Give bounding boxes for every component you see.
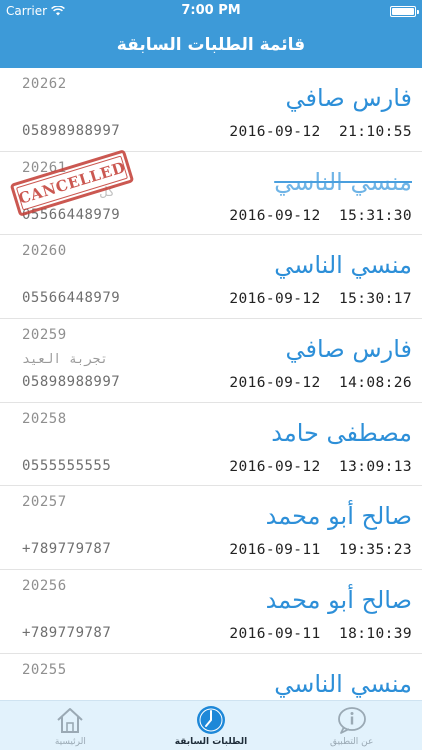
order-id: 20258 [22,410,67,427]
order-datetime: 2016-09-12 15:30:17 [229,291,412,308]
order-id: 20260 [22,243,67,260]
order-phone: +789779787 [22,625,112,642]
order-row[interactable]: 20258 0555555555 مصطفى حامد 2016-09-12 1… [0,403,422,487]
page-title: قائمة الطلبات السابقة [116,35,306,55]
order-row[interactable]: 20260 05566448979 منسي الناسي 2016-09-12… [0,235,422,320]
status-time: 7:00 PM [181,3,241,18]
order-id: 20257 [22,494,67,511]
order-phone: 0555555555 [22,457,112,474]
order-note: تجربة العيد [22,352,109,368]
status-bar: Carrier 7:00 PM [0,0,422,22]
info-icon [335,704,369,736]
order-phone: 05898988997 [22,374,121,391]
tab-home[interactable]: الرئيسية [0,701,141,750]
battery-icon [390,6,419,17]
order-datetime: 2016-09-12 15:31:30 [229,207,412,224]
orders-list[interactable]: 20262 05898988997 فارس صافي 2016-09-12 2… [0,68,422,700]
order-id: 20259 [22,327,67,344]
customer-name: فارس صافي [285,84,412,112]
order-row[interactable]: 20257 +789779787 صالح أبو محمد 2016-09-1… [0,486,422,571]
customer-name: مصطفى حامد [271,418,412,447]
navigation-bar: قائمة الطلبات السابقة [0,22,422,68]
order-phone: 05566448979 [22,290,121,307]
order-row[interactable]: 20255 منسي الناسي [0,654,422,700]
customer-name: صالح أبو محمد [265,502,412,531]
order-row[interactable]: 20262 05898988997 فارس صافي 2016-09-12 2… [0,68,422,152]
tab-bar: الرئيسية الطلبات السابقة عن التطبيق [0,700,422,750]
home-icon [53,704,87,736]
customer-name: صالح أبو محمد [265,586,412,615]
order-datetime: 2016-09-11 18:10:39 [229,626,412,643]
order-phone: 05898988997 [22,123,121,139]
tab-home-label: الرئيسية [54,737,86,747]
order-row[interactable]: 20261 كل 05566448979 منسي الناسي 2016-09… [0,148,422,236]
order-id: 20262 [22,76,67,92]
order-id: 20255 [22,661,67,678]
customer-name: منسي الناسي [274,669,412,698]
customer-name: منسي الناسي [274,167,412,196]
order-phone: +789779787 [22,541,112,558]
tab-previous-orders-label: الطلبات السابقة [174,737,248,747]
order-row[interactable]: 20256 +789779787 صالح أبو محمد 2016-09-1… [0,570,422,654]
order-datetime: 2016-09-11 19:35:23 [229,542,412,559]
clock-icon [194,704,228,736]
customer-name: منسي الناسي [274,251,412,280]
tab-about[interactable]: عن التطبيق [281,701,422,750]
order-datetime: 2016-09-12 21:10:55 [229,124,412,140]
order-datetime: 2016-09-12 13:09:13 [229,458,412,475]
customer-name: فارس صافي [285,335,412,364]
order-datetime: 2016-09-12 14:08:26 [229,375,412,392]
order-id: 20256 [22,578,67,595]
order-row[interactable]: 20259 تجربة العيد 05898988997 فارس صافي … [0,319,422,403]
tab-previous-orders[interactable]: الطلبات السابقة [141,701,282,750]
tab-about-label: عن التطبيق [330,737,374,747]
